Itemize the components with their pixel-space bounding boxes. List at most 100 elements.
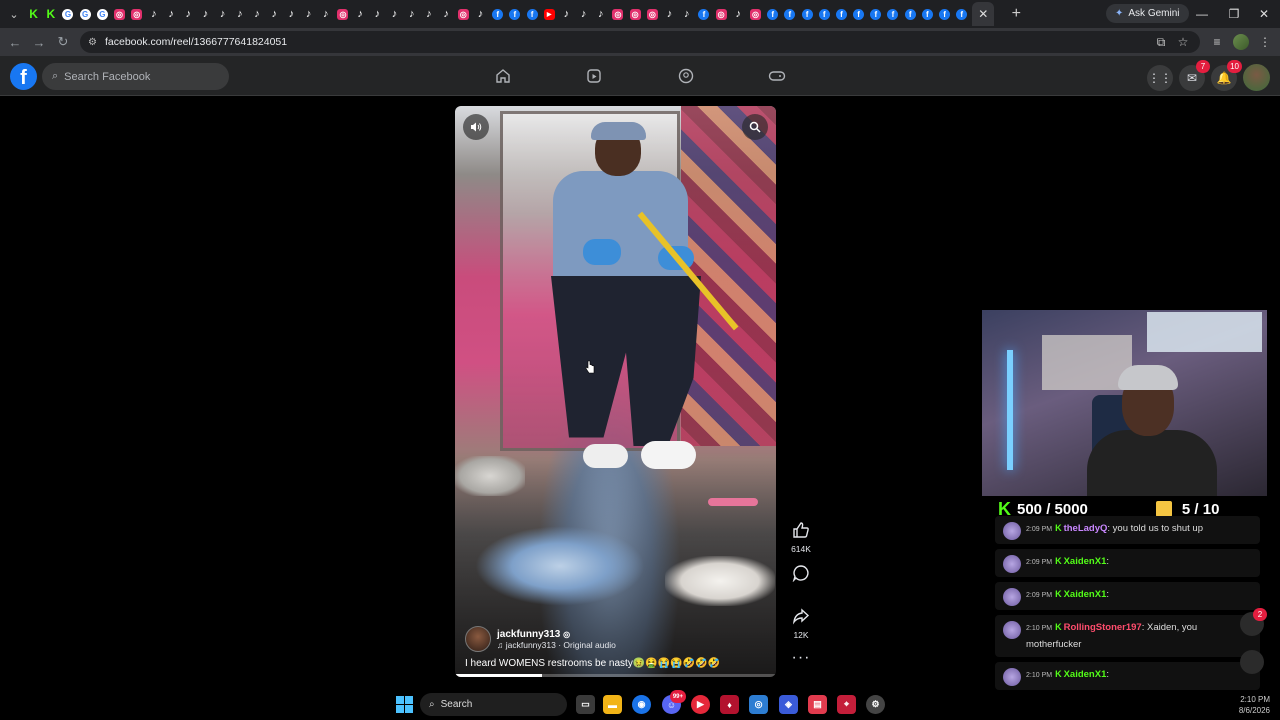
reel-author-avatar[interactable] <box>465 626 491 652</box>
browser-tab[interactable]: f <box>523 0 540 28</box>
chat-avatar[interactable] <box>1003 555 1021 573</box>
restore-button[interactable]: ❐ <box>1218 0 1250 28</box>
reel-author-text[interactable]: jackfunny313 <box>497 629 560 640</box>
browser-tab[interactable]: ♪ <box>386 0 403 28</box>
chat-avatar[interactable] <box>1003 668 1021 686</box>
chat-avatar[interactable] <box>1003 588 1021 606</box>
volume-icon[interactable] <box>463 114 489 140</box>
reel-audio-text[interactable]: jackfunny313 · Original audio <box>506 640 616 650</box>
browser-tab[interactable]: f <box>884 0 901 28</box>
browser-tab[interactable]: ◎ <box>128 0 145 28</box>
like-button[interactable]: 614K <box>786 518 816 554</box>
forward-button[interactable]: → <box>27 30 51 54</box>
browser-tab[interactable]: ♪ <box>369 0 386 28</box>
ask-gemini-button[interactable]: ✦ Ask Gemini <box>1106 4 1189 23</box>
messenger-icon[interactable]: ✉ 7 <box>1179 60 1210 91</box>
media-player-icon[interactable]: ▶ <box>691 695 710 714</box>
browser-tab[interactable]: ♪ <box>163 0 180 28</box>
browser-tab[interactable]: ♪ <box>420 0 437 28</box>
browser-tab[interactable]: ♪ <box>145 0 162 28</box>
share-button[interactable]: 12K <box>786 604 816 640</box>
browser-tab[interactable]: f <box>764 0 781 28</box>
compose-icon[interactable] <box>1240 650 1264 674</box>
chrome-menu-icon[interactable]: ⋮ <box>1254 28 1276 56</box>
location-app-icon[interactable]: ⌖ <box>837 695 856 714</box>
browser-tab[interactable]: ◎ <box>713 0 730 28</box>
browser-tab[interactable]: ♪ <box>352 0 369 28</box>
install-app-icon[interactable]: ⧉ <box>1150 28 1172 56</box>
tab-search-icon[interactable]: ⌄ <box>3 3 25 25</box>
chat-username[interactable]: theLadyQ <box>1064 523 1108 534</box>
browser-tab[interactable]: f <box>867 0 884 28</box>
home-icon[interactable] <box>492 65 514 87</box>
browser-tab[interactable]: ♪ <box>575 0 592 28</box>
browser-tab[interactable]: ♪ <box>661 0 678 28</box>
browser-tab[interactable]: ◎ <box>455 0 472 28</box>
browser-tab[interactable]: ♪ <box>730 0 747 28</box>
browser-tab[interactable]: G <box>94 0 111 28</box>
system-clock[interactable]: 2:10 PM 8/6/2026 <box>1239 694 1270 716</box>
browser-tab[interactable]: f <box>506 0 523 28</box>
browser-tab[interactable]: ♪ <box>283 0 300 28</box>
browser-tab[interactable]: f <box>833 0 850 28</box>
reel-progress-bar[interactable] <box>455 674 776 677</box>
chat-username[interactable]: XaidenX1 <box>1064 556 1107 567</box>
browser-tab[interactable]: ♪ <box>248 0 265 28</box>
reel-author-name[interactable]: jackfunny313 ◎ <box>497 629 616 640</box>
app-icon[interactable]: ◎ <box>749 695 768 714</box>
windows-start-icon[interactable] <box>396 696 413 713</box>
discord-icon[interactable]: ☺ 99+ <box>662 690 686 714</box>
browser-tab[interactable]: ♪ <box>214 0 231 28</box>
browser-tab[interactable]: f <box>902 0 919 28</box>
browser-tab[interactable]: f <box>816 0 833 28</box>
app-icon[interactable]: ♦ <box>720 695 739 714</box>
browser-tab[interactable]: ◎ <box>111 0 128 28</box>
minimize-button[interactable]: — <box>1186 0 1218 28</box>
browser-tab[interactable]: f <box>695 0 712 28</box>
browser-tab[interactable]: K <box>42 0 59 28</box>
browser-tab[interactable]: G <box>59 0 76 28</box>
browser-tab[interactable]: f <box>798 0 815 28</box>
gaming-icon[interactable] <box>766 65 788 87</box>
address-bar[interactable]: ⚙ facebook.com/reel/1366777641824051 <box>80 31 1200 53</box>
account-avatar[interactable] <box>1243 64 1270 91</box>
active-tab-close-button[interactable]: ✕ <box>972 2 995 26</box>
close-window-button[interactable]: ✕ <box>1248 0 1280 28</box>
browser-tab[interactable]: G <box>77 0 94 28</box>
browser-tab[interactable]: ◎ <box>334 0 351 28</box>
app-icon[interactable]: ▤ <box>808 695 827 714</box>
browser-tab[interactable]: ♪ <box>231 0 248 28</box>
browser-tab[interactable]: ♪ <box>472 0 489 28</box>
browser-tab[interactable]: ♪ <box>317 0 334 28</box>
browser-tab[interactable]: ♪ <box>266 0 283 28</box>
video-icon[interactable] <box>583 65 605 87</box>
browser-tab[interactable]: ♪ <box>180 0 197 28</box>
search-icon[interactable] <box>742 114 768 140</box>
taskbar-search[interactable]: ⌕ Search <box>420 693 567 716</box>
browser-tab[interactable]: K <box>25 0 42 28</box>
app-icon[interactable]: ◈ <box>779 695 798 714</box>
browser-tab[interactable]: ◎ <box>747 0 764 28</box>
browser-tab[interactable]: f <box>936 0 953 28</box>
notifications-bell-icon[interactable]: 🔔 10 <box>1211 60 1242 91</box>
browser-tab[interactable]: ◎ <box>644 0 661 28</box>
file-explorer-icon[interactable]: ▬ <box>603 695 622 714</box>
chat-avatar[interactable] <box>1003 621 1021 639</box>
menu-grid-icon[interactable]: ⋮⋮ <box>1147 65 1173 91</box>
comment-button[interactable] <box>786 561 816 585</box>
browser-tab[interactable]: f <box>781 0 798 28</box>
site-info-icon[interactable]: ⚙ <box>88 37 97 48</box>
browser-tab[interactable]: ♪ <box>438 0 455 28</box>
browser-tab[interactable]: ▶ <box>541 0 558 28</box>
browser-tab[interactable]: ◎ <box>609 0 626 28</box>
floating-chat-avatar[interactable]: 2 <box>1240 608 1267 636</box>
new-tab-button[interactable]: + <box>1004 5 1028 23</box>
bookmark-star-icon[interactable]: ☆ <box>1172 28 1194 56</box>
browser-tab[interactable]: ♪ <box>403 0 420 28</box>
browser-tab[interactable]: ♪ <box>558 0 575 28</box>
facebook-logo[interactable]: f <box>10 63 37 90</box>
browser-tab[interactable]: f <box>850 0 867 28</box>
chat-avatar[interactable] <box>1003 522 1021 540</box>
browser-tab[interactable]: ♪ <box>592 0 609 28</box>
more-options-button[interactable]: ··· <box>786 646 816 670</box>
